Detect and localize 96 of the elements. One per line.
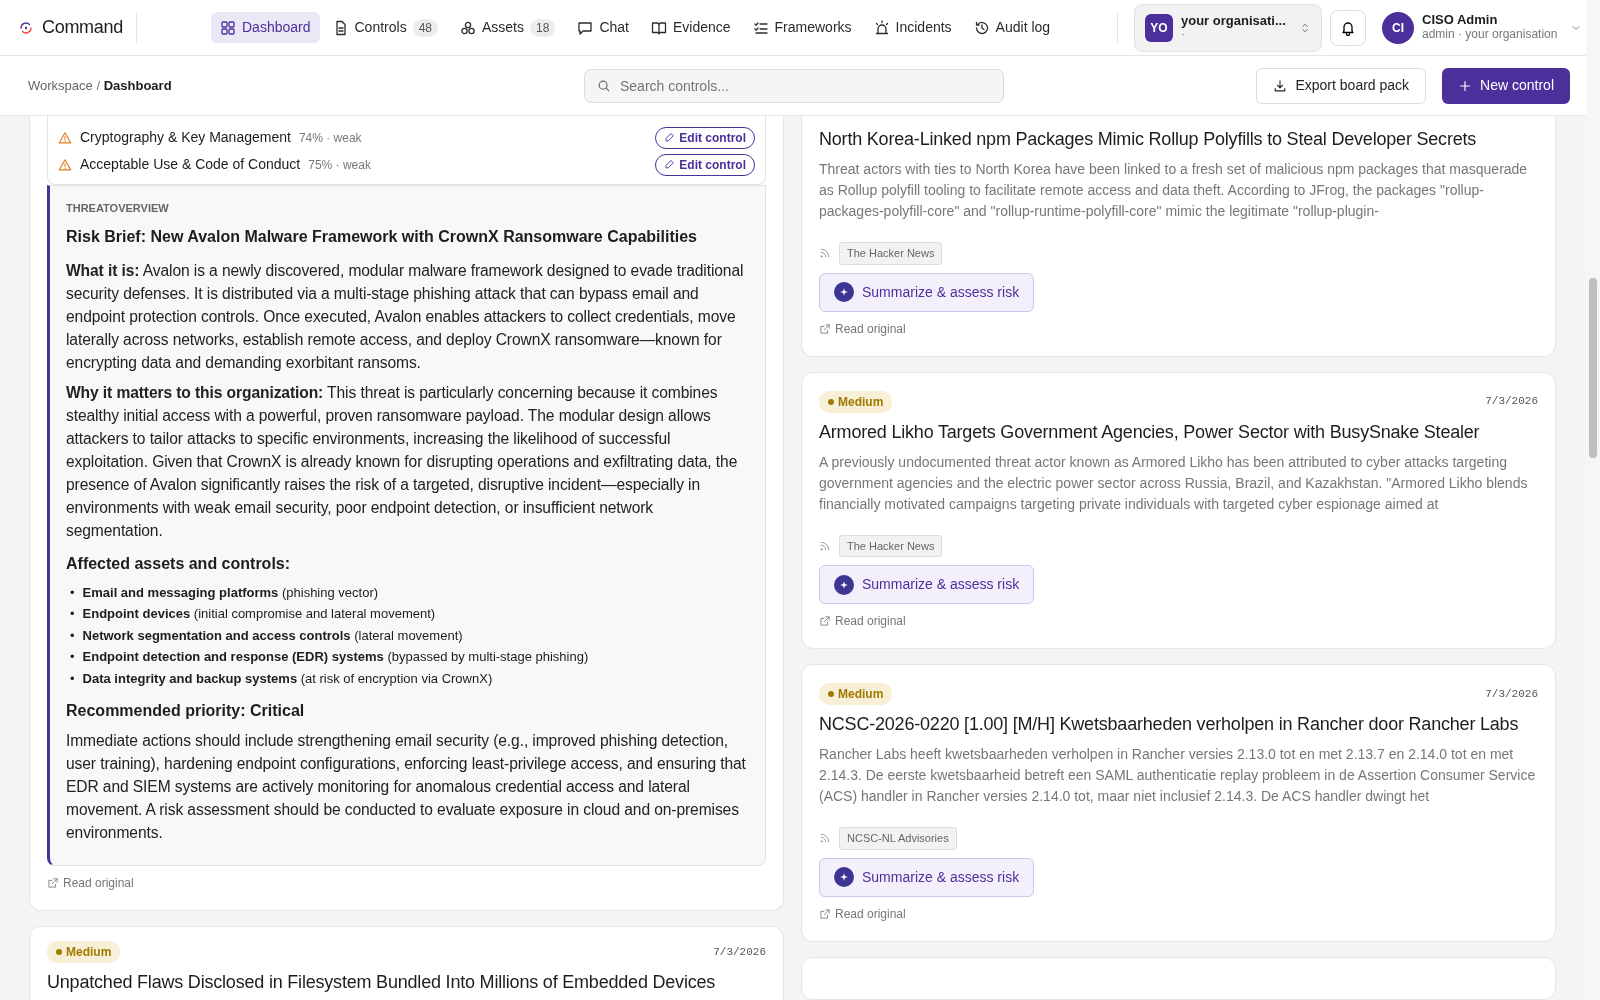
news-title: NCSC-2026-0220 [1.00] [M/H] Kwetsbaarheden verholpen in Rancher door Rancher Labs <box>819 713 1520 736</box>
organisation-name: your organisati... <box>1181 13 1287 29</box>
notifications-button[interactable] <box>1330 9 1366 46</box>
control-name: Acceptable Use & Code of Conduct <box>80 155 301 174</box>
news-summary: Threat actors with ties to North Korea have been linked to a fresh set of malicious npm packages that masquerade as Rollup polyfill tooling to facilitate remote access and data theft. According to JFrog, the packages "rollup-packages-polyfill-core" and "rollup-runtime-polyfill-core" mimic the legitimate "rollup-plugin- <box>819 160 1529 221</box>
severity-badge: Medium <box>819 390 893 413</box>
news-title: North Korea-Linked npm Packages Mimic Rollup Polyfills to Steal Developer Secrets <box>819 128 1478 151</box>
user-menu[interactable]: CI CISO Admin admin · your organisation <box>1382 11 1582 44</box>
breadcrumb-item: Dashboard <box>103 77 172 93</box>
external-link-icon <box>47 877 59 889</box>
chevron-updown-icon <box>1299 21 1311 34</box>
download-icon <box>1273 78 1288 93</box>
grid-icon <box>220 19 236 36</box>
user-avatar: CI <box>1382 11 1414 44</box>
export-button[interactable]: Export board pack <box>1256 67 1427 104</box>
read-original-link[interactable]: Read original <box>835 319 906 338</box>
breadcrumb-item[interactable]: Workspace <box>28 77 93 93</box>
history-icon <box>973 19 990 36</box>
news-summary: A previously undocumented threat actor known as Armored Likho has been attributed to cyber attacks targeting government agencies and the electric power sector across Russia, Brazil, and Kazakhstan. "Armored Likho blends financially motivated campaigns targeting private individuals with targeted cyber espionage aimed at <box>819 452 1529 514</box>
list-item: Email and messaging platforms (phishing vector) <box>82 583 379 602</box>
circles-icon <box>460 19 476 36</box>
scrollbar-thumb[interactable] <box>1589 278 1597 458</box>
read-original-link[interactable]: Read original <box>835 612 906 630</box>
warning-icon <box>58 130 72 145</box>
severity-badge: Medium <box>47 941 121 963</box>
user-role: admin · your organisation <box>1422 28 1559 42</box>
read-original-link[interactable]: Read original <box>835 904 906 923</box>
organisation-avatar: YO <box>1145 13 1173 42</box>
count-badge: 48 <box>412 18 438 37</box>
control-name: Cryptography & Key Management <box>80 128 291 147</box>
logo-icon <box>18 19 34 36</box>
organisation-switcher[interactable]: YO your organisati... · <box>1134 3 1322 52</box>
bullet: • <box>70 583 75 602</box>
external-link-icon <box>819 322 831 335</box>
brief-paragraph: Why it matters to this organization: This threat is particularly concerning because it combines stealthy initial access with a powerful, proven ransomware payload. The modular design allows attackers to tailor attacks to specific environments, increasing the likelihood of successful exploitation. Given that CrownX is already known for disrupting operations and exfiltrating data, the presence of Avalon significantly raises the risk of a targeted, disruptive incident—especially in environments with weak email security, poor endpoint detection, or insufficient network segmentation. <box>66 382 739 541</box>
section-label: THREATOVERVIEW <box>66 201 170 216</box>
nav-tab[interactable]: Controls 48 <box>323 12 447 43</box>
list-item: Endpoint detection and response (EDR) systems (bypassed by multi-stage phishing) <box>82 648 589 666</box>
edit-control-button[interactable]: Edit control <box>655 126 755 149</box>
date-label: 7/3/2026 <box>1485 686 1538 702</box>
brand-name: Command <box>42 16 123 39</box>
brief-heading: Recommended priority: Critical <box>66 701 306 721</box>
breadcrumb-separator: / <box>96 77 101 93</box>
bullet: • <box>70 626 75 645</box>
feed-icon <box>819 832 831 845</box>
feed-icon <box>819 539 831 552</box>
pencil-icon <box>664 159 676 170</box>
chat-icon <box>577 19 594 36</box>
date-label: 7/3/2026 <box>1485 394 1538 410</box>
summarize-button[interactable]: Summarize & assess risk <box>819 272 1035 312</box>
source-tag: The Hacker News <box>839 534 943 557</box>
control-score: 74% · weak <box>298 129 362 147</box>
brief-heading: Affected assets and controls: <box>66 553 292 574</box>
external-link-icon <box>819 907 831 920</box>
organisation-subtitle: · <box>1181 28 1185 42</box>
news-title: Unpatched Flaws Disclosed in Filesystem Bundled Into Millions of Embedded Devices <box>47 971 717 994</box>
user-name: CISO Admin <box>1422 13 1499 29</box>
feed-icon <box>819 247 831 260</box>
new-control-button[interactable]: New control <box>1442 67 1570 104</box>
nav-tab[interactable]: Chat <box>568 12 638 43</box>
date-label: 7/3/2026 <box>713 944 766 960</box>
list-item: Network segmentation and access controls (lateral movement) <box>82 626 463 645</box>
nav-tab[interactable]: Frameworks <box>743 12 861 43</box>
bullet: • <box>70 648 75 666</box>
siren-icon <box>873 19 890 36</box>
brief-paragraph: Immediate actions should include strengthening email security (e.g., improved phishing detection, user training), hardening endpoint configurations, enforcing least-privilege access, and ensuring that EDR and SIEM systems are actively monitoring for anomalous credential access and lateral movement. A risk assessment should be conducted to evaluate exposure in cloud and on-premises environments. <box>66 731 747 843</box>
edit-control-button[interactable]: Edit control <box>655 153 755 176</box>
read-original-link[interactable]: Read original <box>63 874 134 892</box>
bell-icon <box>1340 19 1356 36</box>
bullet: • <box>70 669 75 688</box>
search-field[interactable]: Search controls... <box>584 68 1004 103</box>
external-link-icon <box>819 615 831 627</box>
nav-tab[interactable]: Evidence <box>641 12 740 43</box>
control-score: 75% · weak <box>308 156 371 174</box>
brief-title: Risk Brief: New Avalon Malware Framework with CrownX Ransomware Capabilities <box>66 226 698 247</box>
news-summary: Rancher Labs heeft kwetsbaarheden verholpen in Rancher versies 2.13.0 tot en met 2.13.7 en 2.14.0 tot en met 2.14.3. De eerste kwetsbaarheid betreft een SAML authenticatie replay probleem in de Assertion Consumer Service (ACS) handler in Rancher versies 2.14.0 tot, maar niet inclusief 2.14.3. De ACS handler dwingt het <box>819 745 1537 806</box>
nav-tab[interactable]: Dashboard <box>211 12 320 43</box>
source-tag: NCSC-NL Advisories <box>839 827 957 850</box>
list-item: Data integrity and backup systems (at risk of encryption via CrownX) <box>82 669 493 688</box>
nav-tab[interactable]: Incidents <box>864 12 961 43</box>
brief-paragraph: What it is: Avalon is a newly discovered, modular malware framework designed to evade traditional security defenses. It is distributed via a multi-stage phishing attack that can bypass email and endpoint protection controls. Once executed, Avalon enables attackers to collect credentials, move laterally across networks, establish remote access, and deploy CrownX ransomware—known for encrypting data and demanding exorbitant ransoms. <box>66 260 745 373</box>
plus-icon <box>1458 78 1473 93</box>
summarize-button[interactable]: Summarize & assess risk <box>819 565 1035 604</box>
book-icon <box>650 19 667 36</box>
count-badge: 18 <box>530 18 556 37</box>
search-icon <box>597 78 611 93</box>
news-title: Armored Likho Targets Government Agencies, Power Sector with BusySnake Stealer <box>819 420 1481 444</box>
severity-badge: Medium <box>819 683 893 705</box>
source-tag: The Hacker News <box>839 242 943 265</box>
nav-tab[interactable]: Assets 18 <box>451 12 565 43</box>
pencil-icon <box>664 132 676 143</box>
summarize-button[interactable]: Summarize & assess risk <box>819 857 1035 897</box>
list-item: Endpoint devices (initial compromise and lateral movement) <box>82 605 436 623</box>
nav-tab[interactable]: Audit log <box>964 12 1060 43</box>
warning-icon <box>58 157 72 172</box>
bullet: • <box>70 605 75 623</box>
